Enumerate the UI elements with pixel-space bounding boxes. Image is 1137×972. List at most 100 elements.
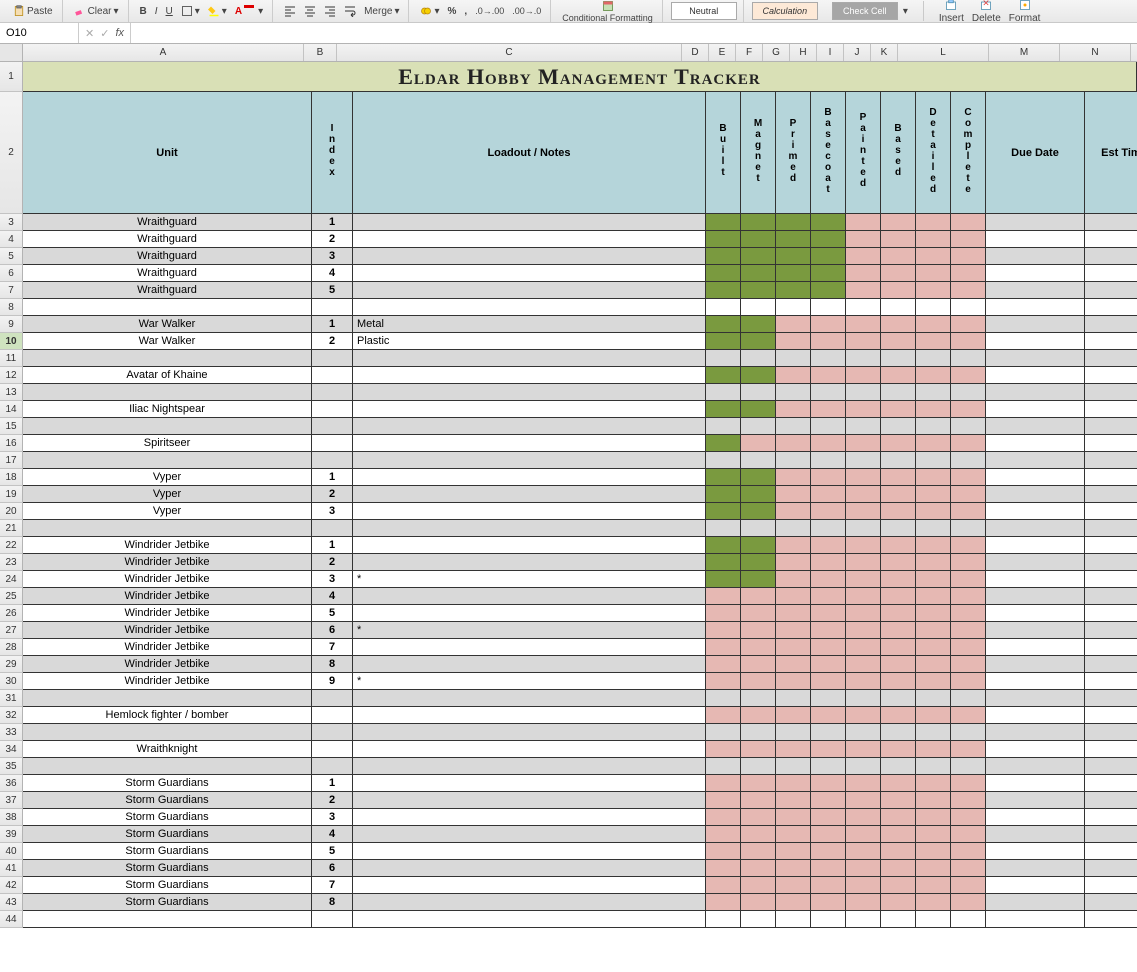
wrap-text-button[interactable] [341,4,359,18]
cell[interactable] [776,724,811,741]
cell[interactable] [986,299,1085,316]
cell[interactable]: Storm Guardians [23,775,312,792]
cell[interactable] [916,639,951,656]
cell[interactable] [706,435,741,452]
cell[interactable] [353,537,706,554]
header-cell[interactable]: Unit [23,92,312,214]
cell[interactable] [951,537,986,554]
cell[interactable] [353,282,706,299]
cell[interactable] [353,639,706,656]
cell[interactable] [353,435,706,452]
cell[interactable] [776,554,811,571]
cell[interactable] [846,758,881,775]
cell[interactable] [811,384,846,401]
cell[interactable] [706,520,741,537]
cell[interactable]: 6 [312,622,353,639]
cell[interactable] [986,435,1085,452]
cell[interactable] [846,367,881,384]
bold-button[interactable]: B [137,5,150,18]
cell[interactable] [951,741,986,758]
cell[interactable] [312,690,353,707]
cell[interactable] [776,775,811,792]
cell[interactable] [706,299,741,316]
cell[interactable] [353,214,706,231]
cell[interactable] [741,775,776,792]
cell[interactable]: Metal [353,316,706,333]
cell[interactable] [776,350,811,367]
cell[interactable] [951,724,986,741]
cell[interactable] [23,299,312,316]
cell[interactable] [951,656,986,673]
cell[interactable] [811,299,846,316]
paste-button[interactable]: Paste [10,4,56,18]
cell[interactable] [776,231,811,248]
rowhead[interactable]: 38 [0,809,23,826]
cell[interactable] [353,384,706,401]
cell[interactable] [776,520,811,537]
rowhead[interactable]: 43 [0,894,23,911]
cell[interactable] [916,520,951,537]
rowhead[interactable]: 32 [0,707,23,724]
cell[interactable] [353,588,706,605]
rowhead[interactable]: 34 [0,741,23,758]
cell[interactable] [881,537,916,554]
cell[interactable] [846,282,881,299]
cell[interactable] [916,707,951,724]
cell[interactable] [706,537,741,554]
cell[interactable] [353,775,706,792]
cell[interactable] [741,792,776,809]
cell[interactable] [951,673,986,690]
cell[interactable] [776,435,811,452]
cell[interactable] [776,333,811,350]
cell[interactable] [776,384,811,401]
cell[interactable] [811,214,846,231]
cell[interactable] [811,673,846,690]
cell[interactable] [741,571,776,588]
cell[interactable] [986,401,1085,418]
cell[interactable] [916,656,951,673]
comma-button[interactable]: , [461,5,470,18]
cell[interactable] [776,605,811,622]
cell[interactable] [951,605,986,622]
cell[interactable] [353,758,706,775]
cell[interactable] [846,452,881,469]
cell[interactable] [986,367,1085,384]
cell[interactable] [881,503,916,520]
cell[interactable] [986,418,1085,435]
cell[interactable] [1085,673,1137,690]
colhead-G[interactable]: G [763,44,790,61]
rowhead[interactable]: 24 [0,571,23,588]
cell[interactable] [811,639,846,656]
cell[interactable] [353,418,706,435]
cell[interactable] [811,690,846,707]
cell[interactable]: Hemlock fighter / bomber [23,707,312,724]
cell[interactable] [916,503,951,520]
cell[interactable] [741,656,776,673]
rowhead[interactable]: 25 [0,588,23,605]
cell[interactable] [846,520,881,537]
cell[interactable] [811,707,846,724]
cell[interactable] [1085,690,1137,707]
cell[interactable] [706,605,741,622]
cell[interactable] [881,435,916,452]
cell[interactable] [741,316,776,333]
cell[interactable] [776,826,811,843]
cell[interactable] [986,911,1085,928]
cell[interactable] [23,384,312,401]
decrease-decimal-button[interactable]: .00→.0 [509,5,544,17]
cell[interactable] [811,435,846,452]
cell[interactable] [741,248,776,265]
formula-input[interactable] [131,23,1137,43]
cell[interactable] [916,486,951,503]
cell[interactable] [1085,588,1137,605]
colhead-H[interactable]: H [790,44,817,61]
cell[interactable] [951,367,986,384]
rowhead[interactable]: 6 [0,265,23,282]
cell[interactable] [1085,299,1137,316]
cell[interactable] [951,282,986,299]
cell[interactable]: Windrider Jetbike [23,639,312,656]
cell[interactable] [986,588,1085,605]
cell[interactable] [776,622,811,639]
cell[interactable] [986,350,1085,367]
rowhead[interactable]: 31 [0,690,23,707]
